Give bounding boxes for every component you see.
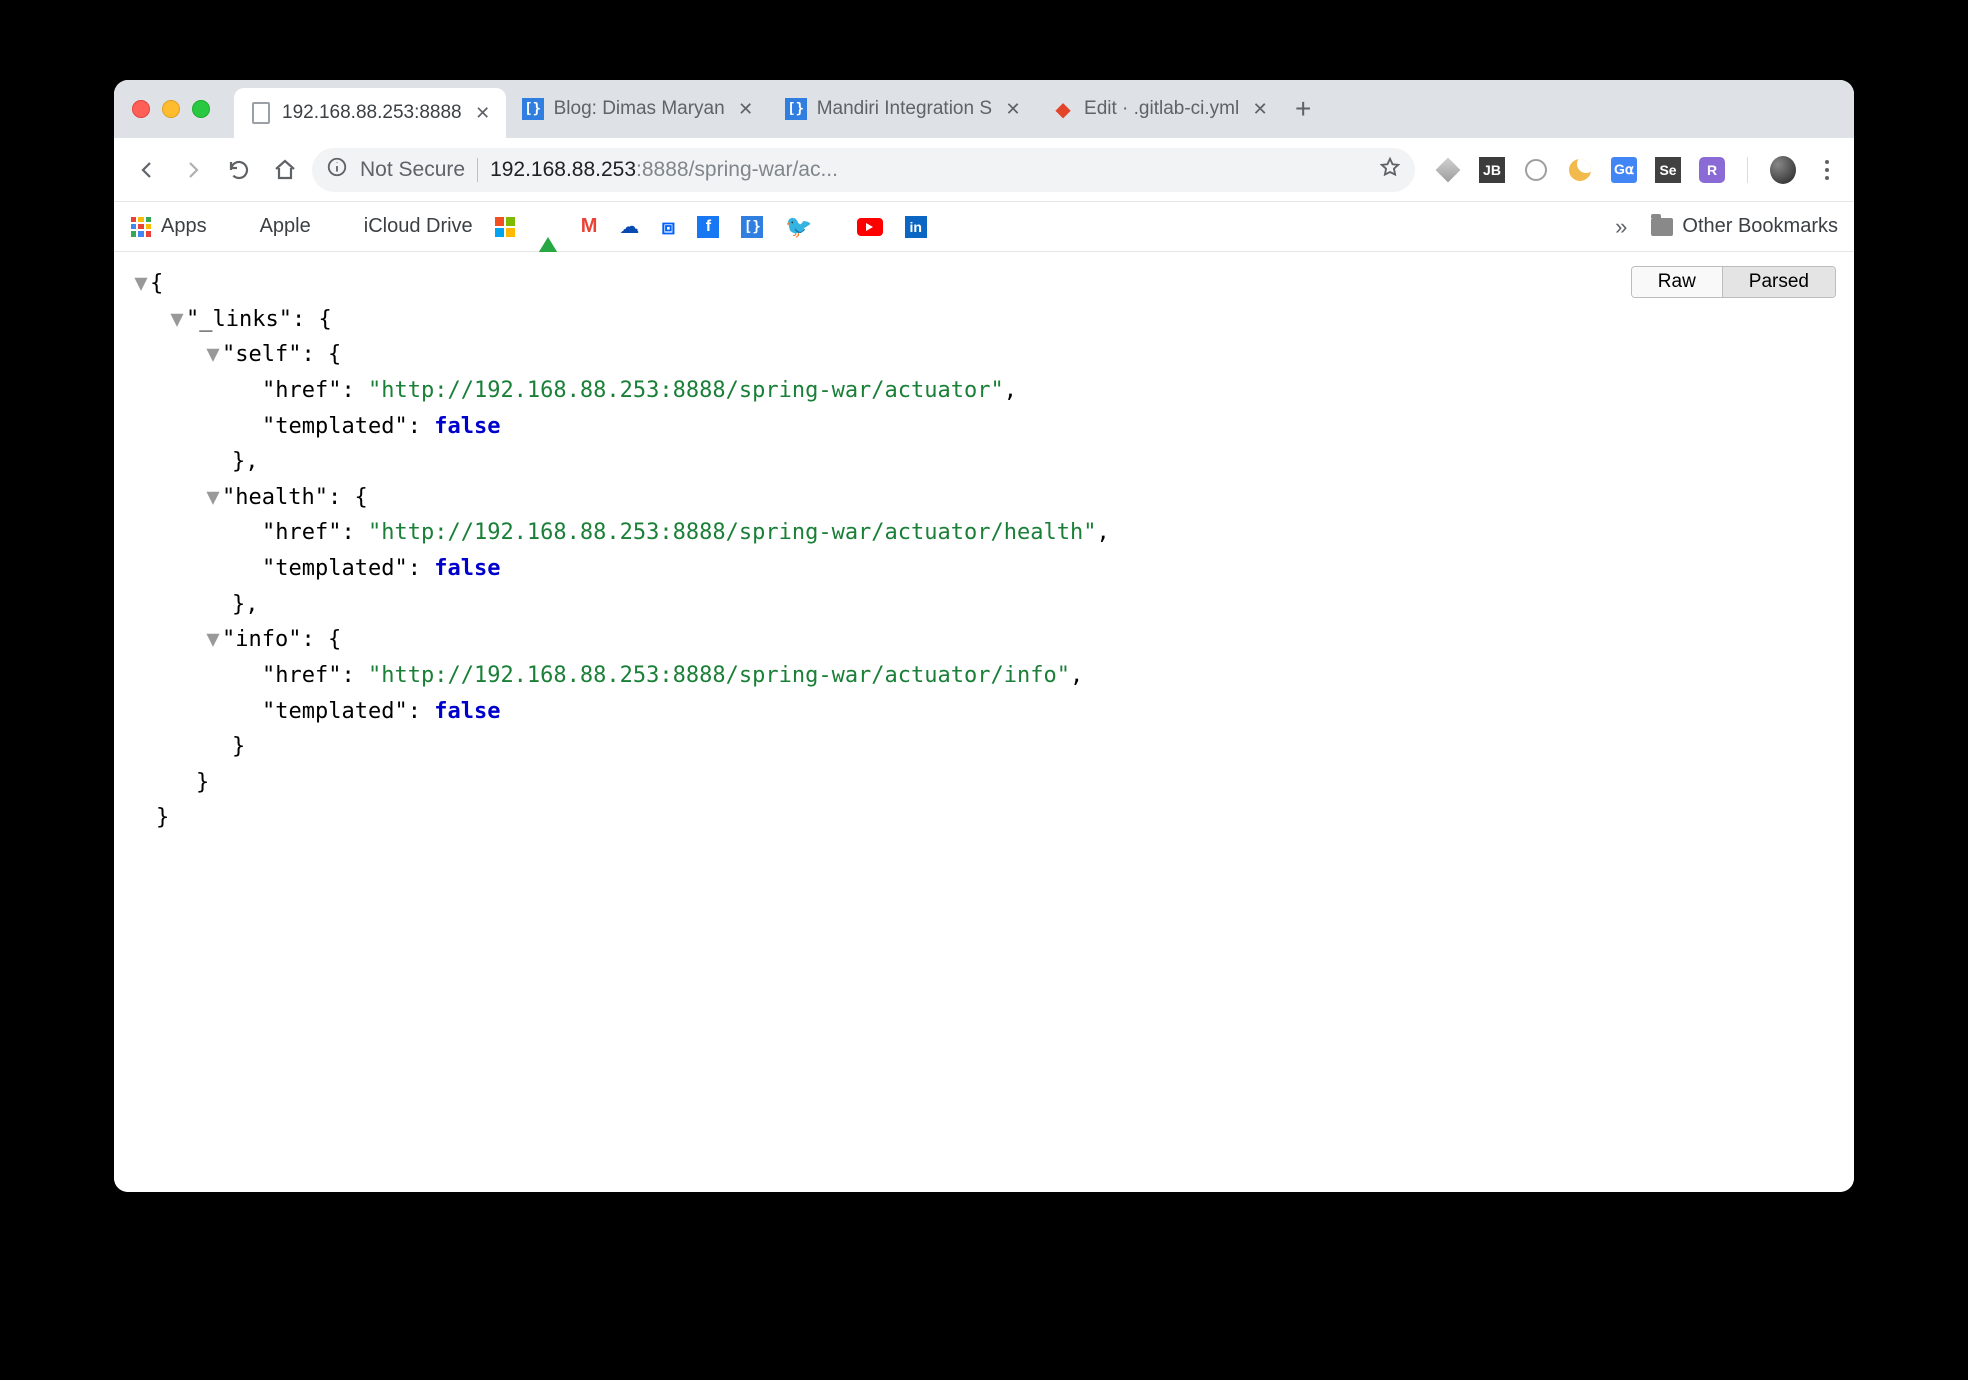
json-viewer: ▼{ ▼"_links": { ▼"self": { "href": "http… [132,266,1836,836]
window-maximize-button[interactable] [192,100,210,118]
bookmark-label: iCloud Drive [364,215,473,238]
divider [477,158,478,182]
caret-icon[interactable]: ▼ [204,480,222,516]
file-icon [250,102,272,124]
page-content: Raw Parsed ▼{ ▼"_links": { ▼"self": { "h… [114,252,1854,1192]
apple-icon [333,216,355,238]
new-tab-button[interactable]: + [1283,93,1323,125]
other-bookmarks[interactable]: Other Bookmarks [1651,215,1838,238]
parsed-button[interactable]: Parsed [1722,267,1835,297]
bookmark-star-icon[interactable] [1379,156,1401,184]
tab-title: Mandiri Integration S [817,98,992,120]
close-icon[interactable]: ✕ [735,98,757,120]
toolbar: Not Secure 192.168.88.253:8888/spring-wa… [114,138,1854,202]
separator [1747,157,1748,183]
braces-icon: [} [785,98,807,120]
address-bar[interactable]: Not Secure 192.168.88.253:8888/spring-wa… [312,148,1415,192]
caret-icon[interactable]: ▼ [168,302,186,338]
braces-icon: [} [522,98,544,120]
window-minimize-button[interactable] [162,100,180,118]
reload-button[interactable] [220,151,258,189]
braces-icon[interactable]: [} [741,216,763,238]
menu-icon[interactable] [1814,157,1840,183]
home-button[interactable] [266,151,304,189]
security-label: Not Secure [360,158,465,182]
cube-icon[interactable] [1435,157,1461,183]
apple-icon [229,216,251,238]
window-controls [132,100,234,118]
drive-icon[interactable] [537,215,559,238]
tab-gitlab[interactable]: ◆ Edit · .gitlab-ci.yml ✕ [1036,84,1283,134]
jetbrains-icon[interactable]: JB [1479,157,1505,183]
bookmarks-bar: Apps Apple iCloud Drive M ☁ ⧈ f [} 🐦 in … [114,202,1854,252]
caret-icon[interactable]: ▼ [132,266,150,302]
gitlab-icon: ◆ [1052,98,1074,120]
bookmark-icloud[interactable]: iCloud Drive [333,215,473,238]
raw-button[interactable]: Raw [1632,267,1722,297]
circle-icon[interactable] [1523,157,1549,183]
translate-icon[interactable]: G⍺ [1611,157,1637,183]
back-button[interactable] [128,151,166,189]
selenium-icon[interactable]: Se [1655,157,1681,183]
tab-active[interactable]: 192.168.88.253:8888 ✕ [234,88,506,138]
apps-label: Apps [161,215,207,238]
tab-title: 192.168.88.253:8888 [282,102,462,124]
window-close-button[interactable] [132,100,150,118]
bookmark-apple[interactable]: Apple [229,215,311,238]
info-icon [326,156,348,184]
close-icon[interactable]: ✕ [1249,98,1271,120]
extensions: JB G⍺ Se R [1423,157,1840,183]
json-view-toggle: Raw Parsed [1631,266,1836,298]
tab-blog[interactable]: [} Blog: Dimas Maryan ✕ [506,84,769,134]
twitter-icon[interactable]: 🐦 [785,214,812,240]
apps-button[interactable]: Apps [130,215,207,238]
tab-mandiri[interactable]: [} Mandiri Integration S ✕ [769,84,1036,134]
close-icon[interactable]: ✕ [472,102,494,124]
caret-icon[interactable]: ▼ [204,622,222,658]
youtube-icon[interactable] [857,218,883,236]
tab-bar: 192.168.88.253:8888 ✕ [} Blog: Dimas Mar… [114,80,1854,138]
bookmark-label: Apple [260,215,311,238]
folder-icon [1651,216,1673,238]
apps-grid-icon [130,216,152,238]
linkedin-icon[interactable]: in [905,216,927,238]
forward-button[interactable] [174,151,212,189]
overflow-icon[interactable]: » [1615,214,1627,240]
r-icon[interactable]: R [1699,157,1725,183]
dropbox-icon[interactable]: ⧈ [661,214,675,240]
browser-window: 192.168.88.253:8888 ✕ [} Blog: Dimas Mar… [114,80,1854,1192]
close-icon[interactable]: ✕ [1002,98,1024,120]
microsoft-icon[interactable] [495,217,515,237]
tab-title: Edit · .gitlab-ci.yml [1084,98,1239,120]
gmail-icon[interactable]: M [581,215,598,238]
moon-icon[interactable] [1567,157,1593,183]
facebook-icon[interactable]: f [697,216,719,238]
caret-icon[interactable]: ▼ [204,337,222,373]
url-text: 192.168.88.253:8888/spring-war/ac... [490,158,838,182]
onedrive-icon[interactable]: ☁ [619,214,639,239]
avatar-icon[interactable] [1770,157,1796,183]
tab-title: Blog: Dimas Maryan [554,98,725,120]
other-bookmarks-label: Other Bookmarks [1682,215,1838,238]
